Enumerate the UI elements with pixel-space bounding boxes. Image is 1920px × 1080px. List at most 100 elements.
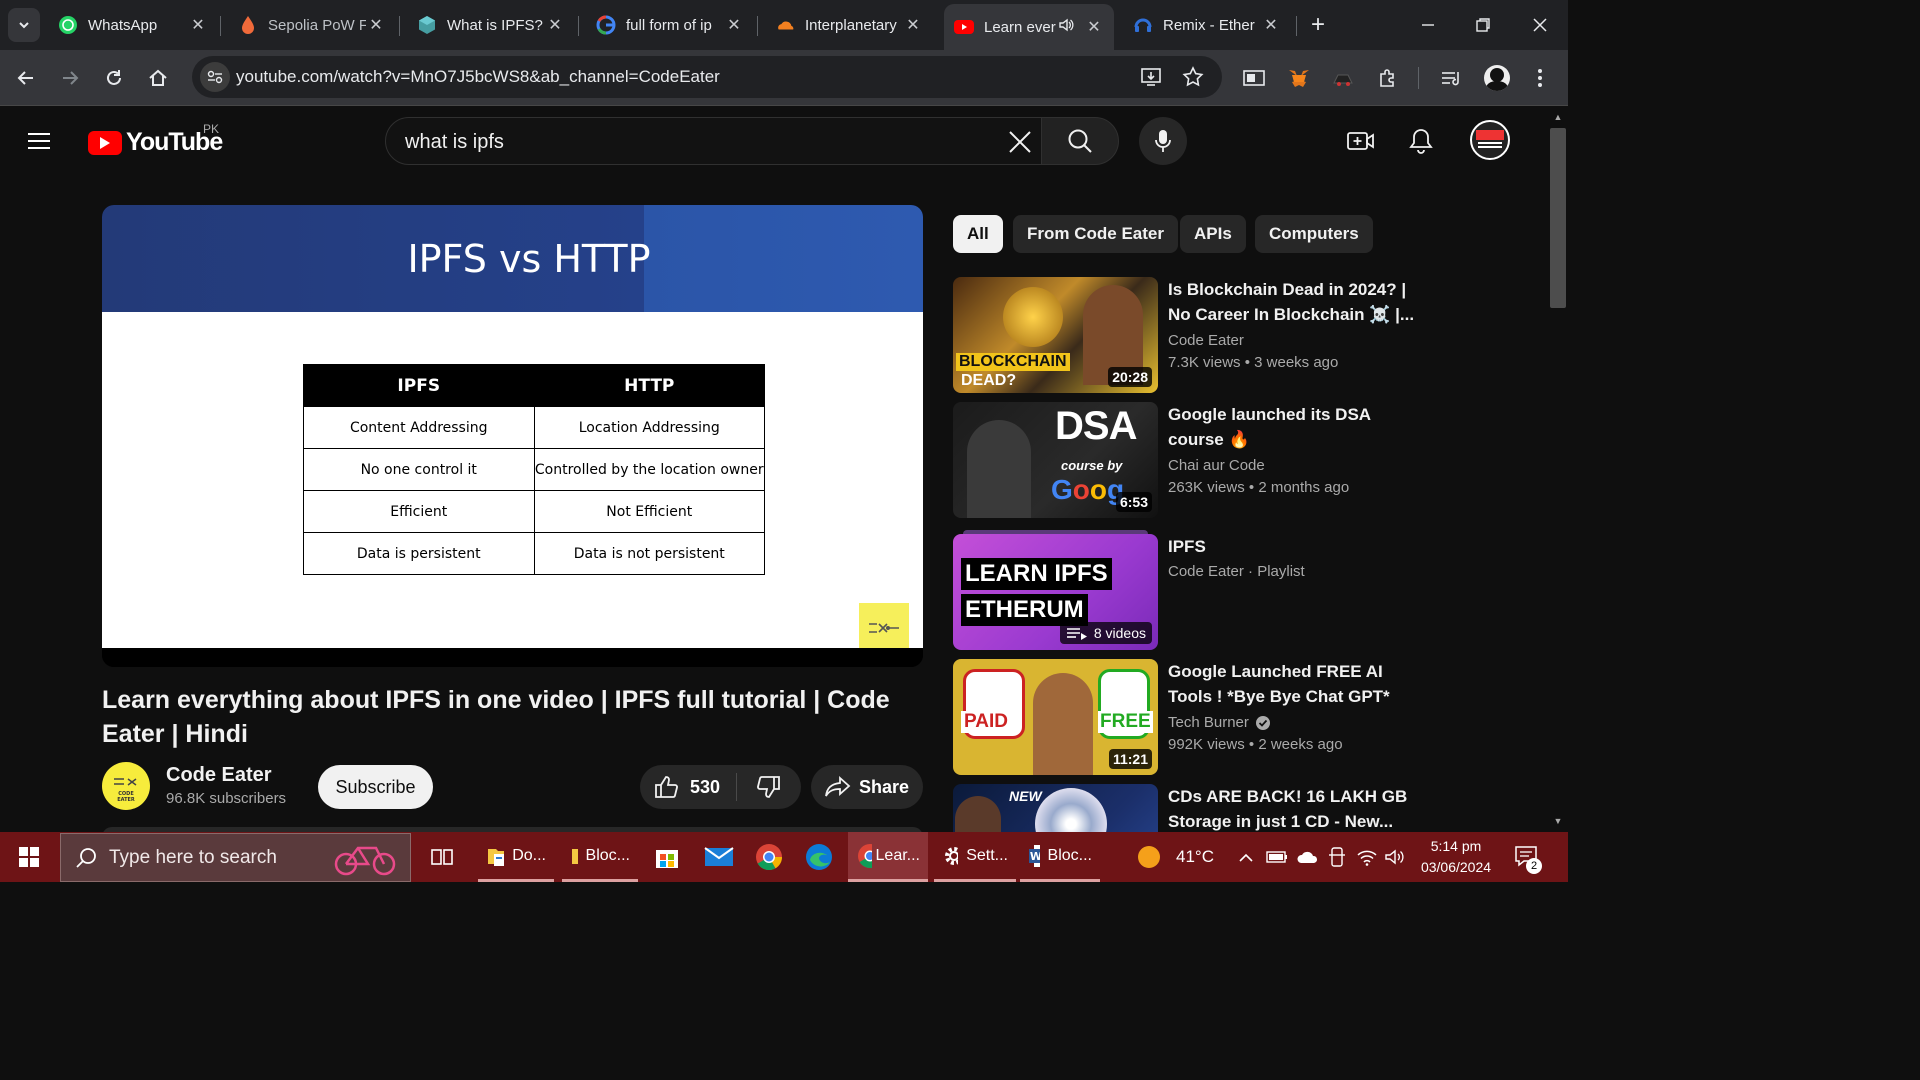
media-queue-icon[interactable] (1436, 62, 1468, 94)
subscribe-button[interactable]: Subscribe (318, 765, 433, 809)
video-thumbnail[interactable]: DSA course by Goog 6:53 (953, 402, 1158, 518)
recommendation-playlist[interactable]: LEARN IPFS ETHERUM 8 videos IPFS Code Ea… (953, 530, 1423, 650)
site-settings-icon[interactable] (200, 62, 230, 92)
recommendation-title[interactable]: Is Blockchain Dead in 2024? | No Career … (1168, 277, 1423, 327)
taskbar-app-chrome[interactable] (746, 832, 792, 882)
tab-search-button[interactable] (8, 8, 40, 42)
video-thumbnail[interactable]: BLOCKCHAIN DEAD? 20:28 (953, 277, 1158, 393)
scroll-up-icon[interactable]: ▲ (1552, 112, 1564, 122)
notifications-bell-icon[interactable] (1406, 126, 1436, 156)
tab-youtube-active[interactable]: Learn ever ✕ (944, 4, 1114, 50)
channel-name[interactable]: Code Eater (166, 764, 272, 787)
reading-mode-icon[interactable] (1238, 62, 1270, 94)
extensions-puzzle-icon[interactable] (1372, 62, 1404, 94)
search-query-text[interactable]: what is ipfs (405, 131, 504, 154)
close-icon[interactable]: ✕ (724, 15, 744, 35)
forward-icon[interactable] (54, 62, 86, 94)
show-hidden-icons-chevron-icon[interactable] (1238, 832, 1254, 882)
recommendation-title[interactable]: Google launched its DSA course 🔥 (1168, 402, 1423, 452)
channel-avatar[interactable]: CODE EATER (102, 762, 150, 810)
create-video-icon[interactable] (1346, 126, 1376, 156)
voice-search-button[interactable] (1139, 117, 1187, 165)
onedrive-cloud-icon[interactable] (1296, 832, 1320, 882)
extension-car-icon[interactable] (1327, 62, 1359, 94)
tab-google-search[interactable]: full form of ip ✕ (586, 4, 754, 46)
tab-interplanetary[interactable]: Interplanetary ✕ (765, 4, 933, 46)
taskbar-app-settings[interactable]: Sett... (934, 832, 1016, 882)
device-icon[interactable] (1328, 832, 1346, 882)
recommendation-title[interactable]: CDs ARE BACK! 16 LAKH GB Storage in just… (1168, 784, 1423, 832)
recommendation-title[interactable]: IPFS (1168, 534, 1423, 559)
like-button[interactable]: 530 (640, 765, 736, 809)
taskbar-app-store[interactable] (646, 832, 688, 882)
speaker-icon[interactable] (1058, 17, 1074, 37)
scroll-down-icon[interactable]: ▼ (1552, 816, 1564, 826)
scrollbar-thumb[interactable] (1550, 128, 1566, 308)
video-player[interactable]: IPFS vs HTTP IPFS HTTP Content Addressin… (102, 205, 923, 667)
video-thumbnail[interactable]: PAID FREE 11:21 (953, 659, 1158, 775)
taskbar-app-edge[interactable] (796, 832, 842, 882)
chip-apis[interactable]: APIs (1180, 215, 1246, 253)
bookmark-star-icon[interactable] (1182, 66, 1204, 93)
taskbar-app-explorer[interactable]: Do... (478, 832, 554, 882)
weather-widget[interactable]: 41°C (1136, 832, 1214, 882)
video-progress-bar[interactable] (102, 648, 923, 667)
youtube-logo[interactable]: YouTube PK (88, 122, 223, 157)
recommendation-title[interactable]: Google Launched FREE AI Tools ! *Bye Bye… (1168, 659, 1423, 709)
address-bar[interactable]: youtube.com/watch?v=MnO7J5bcWS8&ab_chann… (192, 56, 1222, 98)
windows-start-icon[interactable] (0, 832, 58, 882)
system-clock[interactable]: 5:14 pm 03/06/2024 (1410, 836, 1502, 878)
recommendation-item[interactable]: DSA course by Goog 6:53 Google launched … (953, 402, 1423, 518)
taskbar-app-explorer[interactable]: Bloc... (562, 832, 638, 882)
minimize-icon[interactable] (1408, 8, 1448, 42)
playlist-thumbnail[interactable]: LEARN IPFS ETHERUM 8 videos (953, 534, 1158, 650)
tab-sepolia[interactable]: Sepolia PoW F ✕ (228, 4, 396, 46)
tab-whatsapp[interactable]: WhatsApp ✕ (48, 4, 218, 46)
close-icon[interactable]: ✕ (188, 15, 208, 35)
page-scrollbar[interactable]: ▲ ▼ (1548, 106, 1568, 832)
search-input[interactable]: what is ipfs (385, 117, 1042, 165)
menu-hamburger-icon[interactable] (28, 128, 60, 154)
recommendation-item[interactable]: BLOCKCHAIN DEAD? 20:28 Is Blockchain Dea… (953, 277, 1423, 393)
dislike-button[interactable] (738, 765, 798, 809)
video-thumbnail[interactable]: NEW (953, 784, 1158, 832)
chrome-menu-icon[interactable] (1524, 62, 1556, 94)
volume-icon[interactable] (1384, 832, 1406, 882)
recommendation-item[interactable]: NEW CDs ARE BACK! 16 LAKH GB Storage in … (953, 784, 1423, 832)
close-icon[interactable]: ✕ (1261, 15, 1281, 35)
taskbar-app-chrome-active[interactable]: Lear... (848, 832, 928, 882)
metamask-icon[interactable] (1283, 62, 1315, 94)
taskbar-app-word[interactable]: W Bloc... (1020, 832, 1100, 882)
home-icon[interactable] (142, 62, 174, 94)
back-icon[interactable] (10, 62, 42, 94)
close-icon[interactable]: ✕ (1084, 17, 1104, 37)
task-view-icon[interactable] (422, 832, 462, 882)
recommendation-channel[interactable]: Tech Burner (1168, 714, 1271, 731)
recommendation-channel[interactable]: Chai aur Code (1168, 457, 1265, 474)
account-avatar[interactable] (1470, 120, 1510, 160)
new-tab-button[interactable]: + (1298, 8, 1338, 42)
taskbar-app-mail[interactable] (696, 832, 742, 882)
recommendation-item[interactable]: PAID FREE 11:21 Google Launched FREE AI … (953, 659, 1423, 775)
tab-remix[interactable]: Remix - Ether ✕ (1123, 4, 1291, 46)
close-icon[interactable]: ✕ (545, 15, 565, 35)
profile-avatar-icon[interactable] (1481, 62, 1513, 94)
restore-icon[interactable] (1463, 8, 1503, 42)
chip-computers[interactable]: Computers (1255, 215, 1373, 253)
chip-all[interactable]: All (953, 215, 1003, 253)
share-button[interactable]: Share (811, 765, 923, 809)
reload-icon[interactable] (98, 62, 130, 94)
recommendation-channel[interactable]: Code Eater · Playlist (1168, 563, 1305, 580)
battery-icon[interactable] (1266, 832, 1288, 882)
tab-what-is-ipfs[interactable]: What is IPFS? ✕ (407, 4, 575, 46)
url-text[interactable]: youtube.com/watch?v=MnO7J5bcWS8&ab_chann… (236, 67, 720, 87)
clear-search-icon[interactable] (1008, 130, 1044, 166)
chip-from-code-eater[interactable]: From Code Eater (1013, 215, 1178, 253)
install-app-icon[interactable] (1140, 66, 1162, 93)
notification-center-icon[interactable]: 2 (1514, 832, 1542, 882)
wifi-icon[interactable] (1356, 832, 1378, 882)
close-icon[interactable]: ✕ (903, 15, 923, 35)
close-window-icon[interactable] (1520, 8, 1560, 42)
close-icon[interactable]: ✕ (366, 15, 386, 35)
taskbar-search-input[interactable]: Type here to search (60, 833, 411, 882)
